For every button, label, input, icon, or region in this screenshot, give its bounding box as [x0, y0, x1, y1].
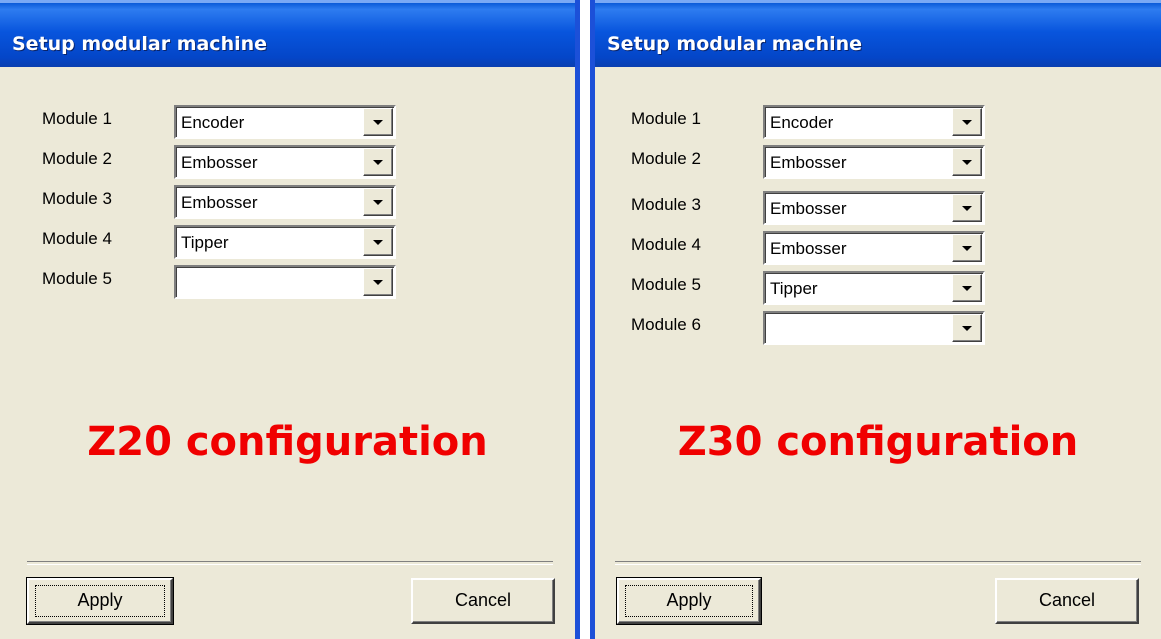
window-title: Setup modular machine	[12, 33, 268, 55]
module-3-select[interactable]: Embosser	[763, 191, 985, 225]
module-row-3: Module 3 Embosser	[631, 191, 991, 227]
setup-dialog-z30: Setup modular machine Module 1 Encoder M…	[590, 0, 1161, 639]
module-row-1: Module 1 Encoder	[631, 105, 991, 141]
module-label: Module 5	[631, 275, 701, 294]
module-label: Module 4	[631, 235, 701, 254]
module-label: Module 5	[42, 269, 112, 288]
configuration-title: Z30 configuration	[677, 419, 1079, 465]
module-4-value: Tipper	[181, 233, 229, 252]
apply-label: Apply	[666, 590, 712, 610]
title-bar[interactable]: Setup modular machine	[0, 0, 575, 67]
dropdown-button[interactable]	[363, 148, 393, 176]
cancel-button[interactable]: Cancel	[411, 578, 555, 624]
dropdown-button[interactable]	[952, 234, 982, 262]
chevron-down-icon	[373, 160, 383, 165]
module-label: Module 1	[42, 109, 112, 128]
module-row-5: Module 5	[42, 265, 402, 301]
chevron-down-icon	[962, 286, 972, 291]
module-6-select[interactable]	[763, 311, 985, 345]
module-1-select[interactable]: Encoder	[174, 105, 396, 139]
module-label: Module 6	[631, 315, 701, 334]
chevron-down-icon	[373, 280, 383, 285]
module-label: Module 2	[631, 149, 701, 168]
chevron-down-icon	[962, 120, 972, 125]
cancel-label: Cancel	[454, 590, 512, 610]
dropdown-button[interactable]	[952, 108, 982, 136]
module-1-value: Encoder	[770, 113, 834, 132]
module-row-4: Module 4 Tipper	[42, 225, 402, 261]
module-4-value: Embosser	[770, 239, 847, 258]
dropdown-button[interactable]	[363, 228, 393, 256]
window-title: Setup modular machine	[607, 33, 863, 55]
title-bar[interactable]: Setup modular machine	[595, 0, 1161, 67]
module-row-2: Module 2 Embosser	[631, 145, 991, 181]
chevron-down-icon	[962, 160, 972, 165]
module-5-select[interactable]: Tipper	[763, 271, 985, 305]
module-label: Module 3	[42, 189, 112, 208]
dropdown-button[interactable]	[952, 314, 982, 342]
module-label: Module 1	[631, 109, 701, 128]
module-row-4: Module 4 Embosser	[631, 231, 991, 267]
dropdown-button[interactable]	[952, 148, 982, 176]
module-3-value: Embosser	[181, 193, 258, 212]
dropdown-button[interactable]	[363, 188, 393, 216]
module-1-select[interactable]: Encoder	[763, 105, 985, 139]
module-row-3: Module 3 Embosser	[42, 185, 402, 221]
chevron-down-icon	[962, 206, 972, 211]
dropdown-button[interactable]	[952, 274, 982, 302]
chevron-down-icon	[962, 326, 972, 331]
apply-button[interactable]: Apply	[616, 577, 762, 625]
setup-dialog-z20: Setup modular machine Module 1 Encoder M…	[0, 0, 580, 639]
module-1-value: Encoder	[181, 113, 245, 132]
module-row-2: Module 2 Embosser	[42, 145, 402, 181]
dialog-content: Module 1 Encoder Module 2 Embosser Modul…	[0, 67, 575, 639]
dialog-content: Module 1 Encoder Module 2 Embosser Modul…	[595, 67, 1161, 639]
module-row-5: Module 5 Tipper	[631, 271, 991, 307]
module-2-select[interactable]: Embosser	[763, 145, 985, 179]
module-2-select[interactable]: Embosser	[174, 145, 396, 179]
chevron-down-icon	[373, 240, 383, 245]
module-label: Module 3	[631, 195, 701, 214]
dropdown-button[interactable]	[363, 108, 393, 136]
module-5-value: Tipper	[770, 279, 818, 298]
apply-button[interactable]: Apply	[26, 577, 174, 625]
module-2-value: Embosser	[181, 153, 258, 172]
module-5-select[interactable]	[174, 265, 396, 299]
module-row-1: Module 1 Encoder	[42, 105, 402, 141]
cancel-button[interactable]: Cancel	[995, 578, 1139, 624]
module-4-select[interactable]: Embosser	[763, 231, 985, 265]
configuration-title: Z20 configuration	[87, 419, 488, 465]
apply-label: Apply	[77, 590, 123, 610]
module-4-select[interactable]: Tipper	[174, 225, 396, 259]
cancel-label: Cancel	[1038, 590, 1096, 610]
module-2-value: Embosser	[770, 153, 847, 172]
module-label: Module 2	[42, 149, 112, 168]
dropdown-button[interactable]	[952, 194, 982, 222]
module-3-value: Embosser	[770, 199, 847, 218]
module-label: Module 4	[42, 229, 112, 248]
dropdown-button[interactable]	[363, 268, 393, 296]
chevron-down-icon	[373, 120, 383, 125]
module-row-6: Module 6	[631, 311, 991, 347]
chevron-down-icon	[373, 200, 383, 205]
chevron-down-icon	[962, 246, 972, 251]
divider	[615, 561, 1141, 565]
divider	[27, 561, 553, 565]
module-3-select[interactable]: Embosser	[174, 185, 396, 219]
